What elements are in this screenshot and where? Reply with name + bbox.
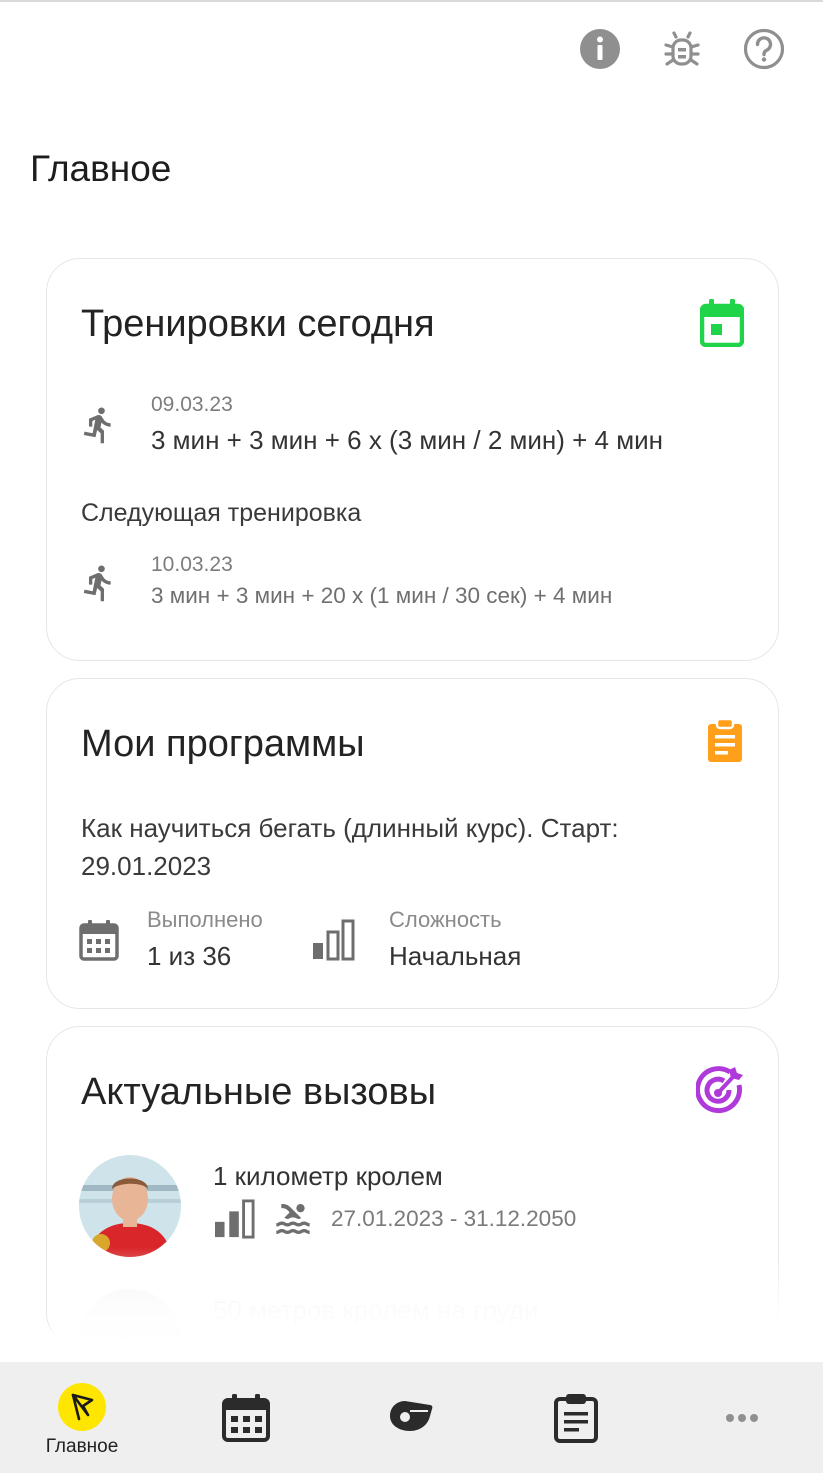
trainings-card[interactable]: Тренировки сегодня 09.03.23 3 мин + 3 ми… (46, 258, 779, 661)
more-icon (726, 1414, 758, 1422)
nav-item-programs[interactable] (494, 1362, 658, 1473)
done-value: 1 из 36 (147, 941, 232, 971)
clipboard-icon (554, 1394, 598, 1443)
nav-item-calendar[interactable] (164, 1362, 328, 1473)
top-actions (579, 28, 785, 70)
page-title: Главное (30, 148, 172, 189)
workout-date: 09.03.23 (151, 393, 233, 416)
difficulty-label: Сложность (389, 907, 502, 932)
difficulty-bars-icon (313, 919, 355, 961)
nav-item-whistle[interactable] (328, 1362, 492, 1473)
top-divider (0, 0, 823, 2)
next-workout-label: Следующая тренировка (81, 499, 362, 527)
calendar-icon (79, 920, 119, 961)
challenge-title: 1 километр кролем (213, 1161, 443, 1191)
challenge-meta: 27.01.2023 - 31.12.2050 (213, 1199, 576, 1239)
workout-description: 3 мин + 3 мин + 6 х (3 мин / 2 мин) + 4 … (151, 425, 663, 455)
challenges-card-title: Актуальные вызовы (81, 1071, 437, 1113)
challenge-avatar (79, 1289, 181, 1345)
nav-item-home[interactable]: Главное (0, 1362, 164, 1473)
nav-item-more[interactable] (660, 1362, 823, 1473)
target-icon (696, 1066, 743, 1114)
calendar-icon (222, 1394, 270, 1442)
challenge-avatar (79, 1155, 181, 1257)
swimming-icon (276, 1203, 310, 1234)
challenge-item[interactable]: 1 километр кролем 27.01.2023 - 31.12.205… (79, 1155, 759, 1259)
running-icon (83, 565, 111, 602)
whistle-icon (390, 1401, 433, 1431)
home-flag-icon (58, 1383, 106, 1431)
bug-icon[interactable] (661, 28, 703, 70)
running-icon (83, 407, 111, 444)
info-icon[interactable] (579, 28, 621, 70)
workout-description: 3 мин + 3 мин + 20 х (1 мин / 30 сек) + … (151, 583, 613, 608)
challenge-dates: 27.01.2023 - 31.12.2050 (331, 1206, 577, 1231)
clipboard-icon (708, 719, 742, 762)
challenge-title: 50 метров кролем на груди (213, 1295, 539, 1325)
programs-card-title: Мои программы (81, 723, 365, 765)
challenges-card[interactable]: Актуальные вызовы 1 километр кролем 27.0… (46, 1026, 780, 1347)
workout-date: 10.03.23 (151, 553, 233, 576)
calendar-today-icon (700, 299, 744, 347)
nav-label-home: Главное (45, 1436, 119, 1457)
help-icon[interactable] (743, 28, 785, 70)
difficulty-bars-icon (215, 1199, 255, 1239)
trainings-card-title: Тренировки сегодня (81, 303, 435, 345)
challenge-item[interactable]: 50 метров кролем на груди (79, 1285, 759, 1345)
programs-card[interactable]: Мои программы Как научиться бегать (длин… (46, 678, 779, 1009)
program-name: Как научиться бегать (длинный курс). Ста… (81, 813, 619, 881)
bottom-nav: Главное (0, 1362, 823, 1473)
difficulty-value: Начальная (389, 941, 522, 971)
done-label: Выполнено (147, 907, 263, 932)
